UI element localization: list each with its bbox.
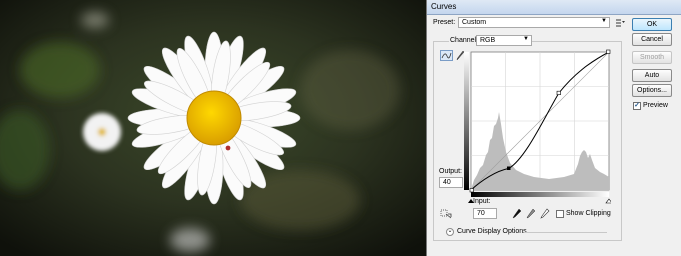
dialog-title: Curves — [431, 2, 457, 11]
photo-preview — [0, 0, 426, 256]
input-gradient-bar — [471, 192, 609, 197]
curve-display-options-label[interactable]: Curve Display Options — [457, 228, 527, 235]
ok-button[interactable]: OK — [632, 18, 672, 31]
options-button[interactable]: Options... — [632, 84, 672, 97]
small-daisy — [83, 113, 121, 151]
preset-value: Custom — [462, 19, 487, 26]
curve-point[interactable] — [469, 188, 474, 193]
edit-points-tool[interactable] — [440, 50, 453, 61]
preview-checkbox[interactable]: ✓ — [633, 102, 641, 110]
white-point-slider[interactable] — [605, 198, 611, 204]
chevron-down-icon: ▼ — [523, 36, 529, 42]
gray-eyedropper-icon[interactable] — [526, 208, 536, 219]
preset-dropdown[interactable]: Custom ▼ — [458, 17, 610, 28]
input-field[interactable]: 70 — [473, 208, 497, 219]
input-value: 70 — [477, 210, 485, 217]
preset-label: Preset: — [433, 19, 456, 26]
check-icon: ✓ — [634, 102, 640, 109]
output-gradient-bar — [464, 52, 469, 190]
divider — [524, 232, 607, 233]
output-label: Output: — [439, 168, 462, 175]
curve-point[interactable] — [606, 49, 611, 54]
cancel-button[interactable]: Cancel — [632, 33, 672, 46]
channel-dropdown[interactable]: RGB ▼ — [476, 35, 532, 46]
white-eyedropper-icon[interactable] — [540, 208, 550, 219]
expand-options-button[interactable]: ⌄ — [446, 228, 454, 236]
preview-label: Preview — [643, 102, 668, 109]
curve-point[interactable] — [556, 90, 561, 96]
show-clipping-label: Show Clipping — [566, 210, 611, 217]
show-clipping-checkbox[interactable] — [556, 210, 564, 218]
target-adjustment-icon[interactable] — [440, 209, 452, 219]
curve-point-icon — [441, 52, 452, 59]
channel-value: RGB — [480, 37, 496, 44]
daisy-photo — [0, 0, 426, 256]
channel-label: Channel: — [449, 37, 480, 44]
curve-point-selected[interactable] — [507, 166, 511, 171]
auto-button[interactable]: Auto — [632, 69, 672, 82]
input-label: Input: — [473, 198, 491, 205]
preset-options-icon[interactable] — [615, 18, 625, 27]
output-value: 40 — [443, 179, 451, 186]
chevron-down-icon: ▼ — [601, 18, 607, 24]
chevron-down-icon: ⌄ — [447, 228, 453, 234]
curve-graph[interactable] — [464, 48, 611, 207]
title-bar[interactable]: Curves — [427, 0, 681, 15]
black-eyedropper-icon[interactable] — [512, 208, 522, 219]
curves-dialog: Curves Preset: Custom ▼ Channel: RGB ▼ O… — [426, 0, 681, 256]
smooth-button[interactable]: Smooth — [632, 51, 672, 64]
output-field[interactable]: 40 — [439, 177, 463, 188]
